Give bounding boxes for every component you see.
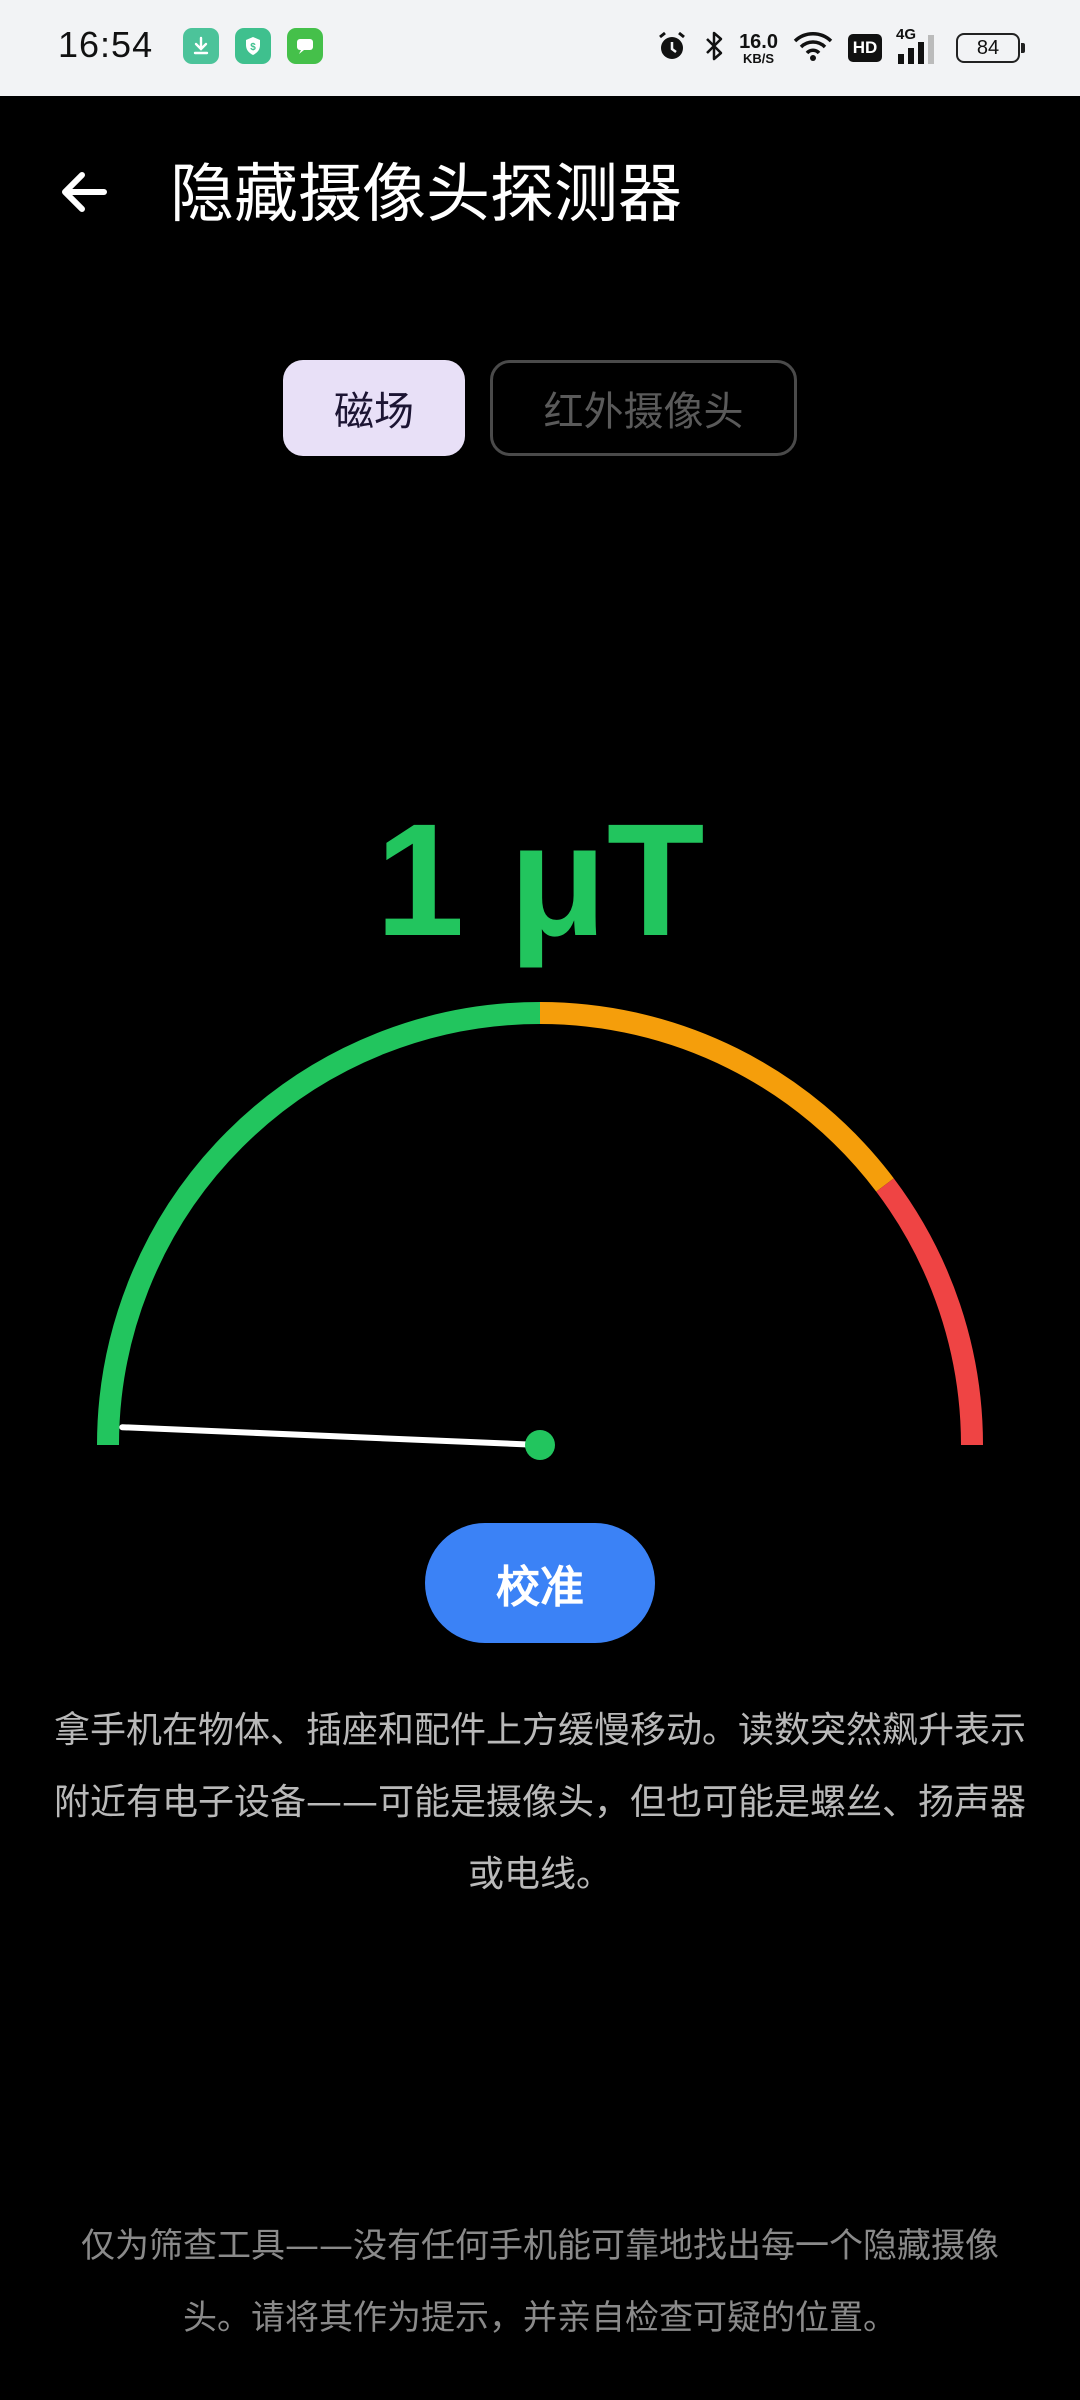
gauge-zone-medium <box>539 1002 894 1192</box>
gauge-zone-low <box>97 1002 541 1446</box>
security-shield-icon: $ <box>235 28 271 64</box>
battery-indicator: 84 <box>956 33 1025 63</box>
disclaimer-text: 仅为筛查工具——没有任何手机能可靠地找出每一个隐藏摄像头。请将其作为提示，并亲自… <box>81 2226 999 2338</box>
messages-icon <box>287 28 323 64</box>
svg-text:$: $ <box>250 42 256 53</box>
arrow-left-icon <box>62 172 107 212</box>
network-speed: 16.0 KB/S <box>739 30 778 66</box>
magnetic-reading: 1 μT <box>375 790 705 969</box>
back-button[interactable] <box>52 160 116 224</box>
tab-infrared-camera[interactable]: 红外摄像头 <box>490 360 797 456</box>
calibrate-button[interactable]: 校准 <box>425 1523 655 1643</box>
gauge-zone-high <box>876 1178 983 1446</box>
hd-badge: HD <box>848 34 882 62</box>
status-time: 16:54 <box>58 24 154 65</box>
gauge-needle <box>119 1424 543 1448</box>
status-bar: 16:54 $ 16.0 KB/S HD 4G 84 <box>0 0 1080 96</box>
tab-magnetic-field[interactable]: 磁场 <box>283 360 465 456</box>
gauge-pivot <box>525 1430 555 1460</box>
bluetooth-icon <box>703 29 725 67</box>
wifi-icon <box>792 29 834 67</box>
signal-4g-icon: 4G <box>896 26 942 66</box>
download-icon <box>183 28 219 64</box>
alarm-icon <box>655 29 689 67</box>
instructions-text: 拿手机在物体、插座和配件上方缓慢移动。读数突然飙升表示附近有电子设备——可能是摄… <box>53 1710 1026 1895</box>
page-title: 隐藏摄像头探测器 <box>170 158 682 232</box>
status-indicators: 16.0 KB/S HD 4G 84 <box>655 24 1025 72</box>
